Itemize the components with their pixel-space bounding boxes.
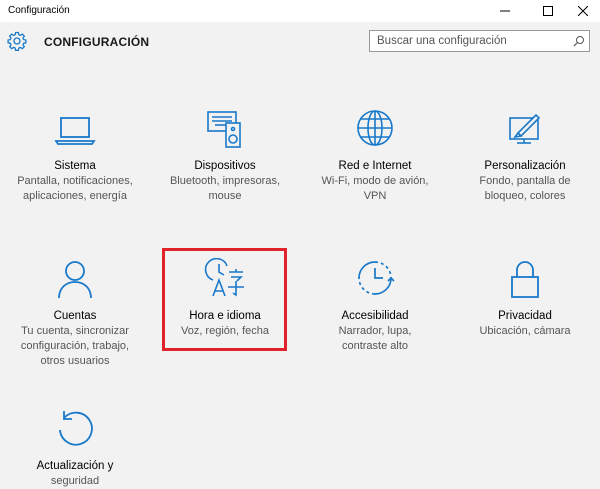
- personalization-icon: [509, 113, 541, 144]
- tile-dispositivos[interactable]: Dispositivos Bluetooth, impresoras, mous…: [155, 108, 295, 204]
- tile-description: seguridad: [50, 475, 100, 487]
- minimize-icon: [500, 10, 510, 12]
- tile-title: Actualización y: [36, 460, 114, 472]
- update-icon: [59, 411, 93, 446]
- minimize-button[interactable]: [492, 0, 518, 22]
- tile-title: Red e Internet: [338, 160, 412, 172]
- tile-description: Fondo, pantalla de bloqueo, colores: [479, 175, 571, 202]
- search-input[interactable]: [370, 31, 573, 51]
- tile-privacidad[interactable]: Privacidad Ubicación, cámara: [455, 258, 595, 339]
- person-icon: [58, 261, 92, 299]
- tile-actualizacion[interactable]: Actualización y seguridad: [5, 408, 145, 489]
- header: CONFIGURACIÓN: [0, 22, 600, 72]
- close-icon: [578, 6, 588, 16]
- tile-accesibilidad[interactable]: Accesibilidad Narrador, lupa, contraste …: [305, 258, 445, 354]
- tile-title: Cuentas: [53, 310, 97, 322]
- tile-personalizacion[interactable]: Personalización Fondo, pantalla de bloqu…: [455, 108, 595, 204]
- tile-description: Tu cuenta, sincronizar configuración, tr…: [20, 325, 130, 367]
- ease-of-access-icon: [358, 261, 395, 295]
- tile-description: Ubicación, cámara: [479, 325, 571, 337]
- window-title: Configuración: [8, 5, 70, 16]
- maximize-button[interactable]: [535, 0, 561, 22]
- globe-icon: [357, 110, 393, 146]
- search-box[interactable]: [369, 30, 590, 52]
- tile-description: Wi-Fi, modo de avión, VPN: [321, 175, 429, 202]
- tile-description: Bluetooth, impresoras, mouse: [169, 175, 281, 202]
- laptop-icon: [54, 117, 96, 145]
- tile-title: Privacidad: [498, 310, 552, 322]
- tile-description: Narrador, lupa, contraste alto: [338, 325, 412, 352]
- lock-icon: [511, 261, 539, 298]
- search-icon[interactable]: [573, 35, 585, 47]
- tile-title: Dispositivos: [194, 160, 256, 172]
- title-bar: Configuración: [0, 0, 600, 22]
- devices-icon: [207, 111, 241, 148]
- page-title: CONFIGURACIÓN: [44, 35, 150, 49]
- highlight-box: [162, 248, 287, 351]
- tile-title: Personalización: [484, 160, 566, 172]
- tile-red-internet[interactable]: Red e Internet Wi-Fi, modo de avión, VPN: [305, 108, 445, 204]
- gear-icon: [7, 31, 27, 51]
- tile-cuentas[interactable]: Cuentas Tu cuenta, sincronizar configura…: [5, 258, 145, 369]
- close-button[interactable]: [570, 0, 596, 22]
- maximize-icon: [543, 6, 553, 16]
- tile-sistema[interactable]: Sistema Pantalla, notificaciones, aplica…: [5, 108, 145, 204]
- tile-title: Accesibilidad: [341, 310, 409, 322]
- tile-title: Sistema: [54, 160, 96, 172]
- tile-description: Pantalla, notificaciones, aplicaciones, …: [17, 175, 133, 202]
